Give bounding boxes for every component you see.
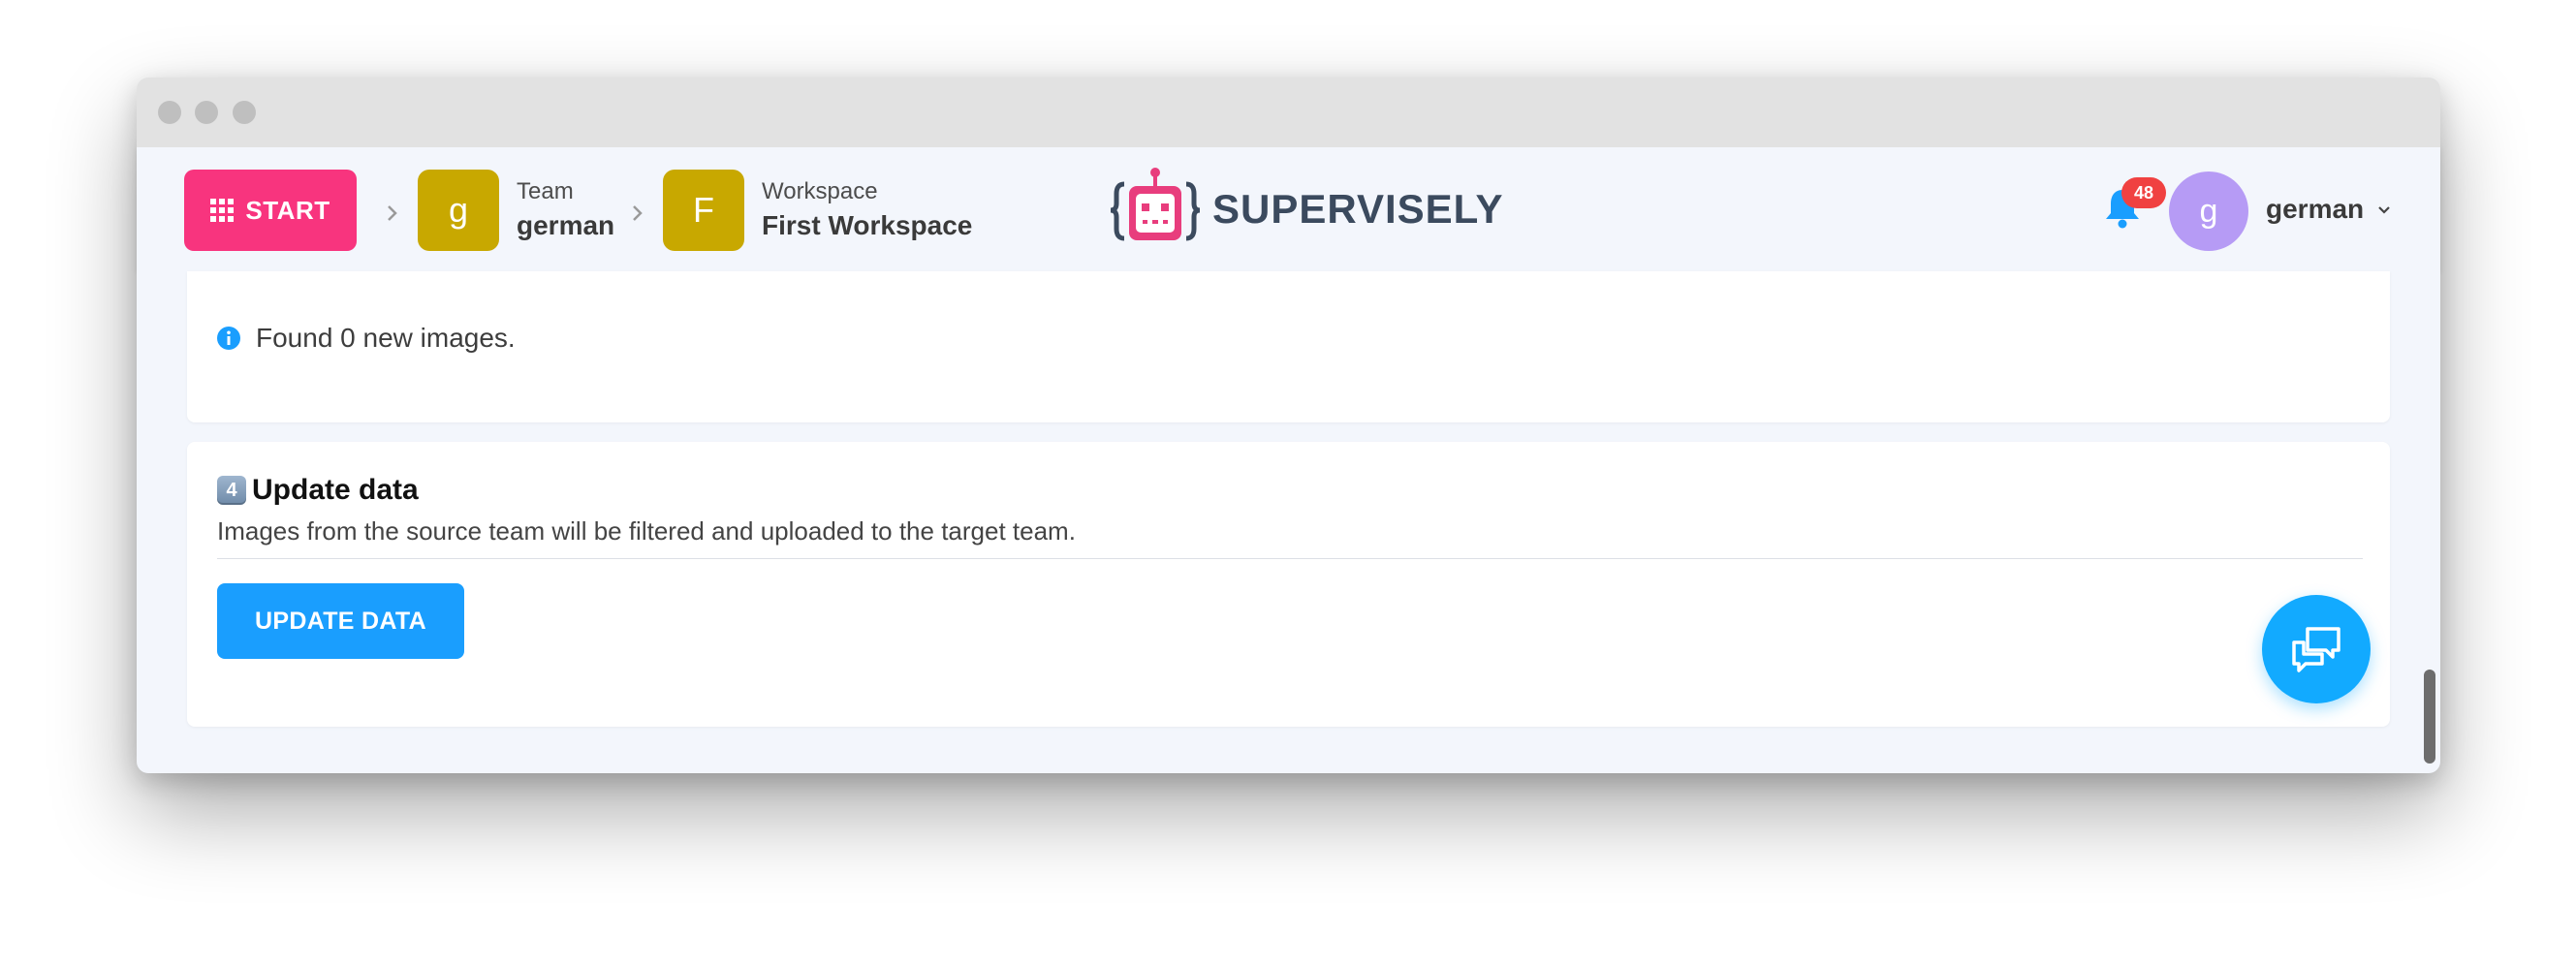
section-description: Images from the source team will be filt… — [217, 516, 1076, 546]
grid-icon — [210, 199, 235, 222]
page-scrollbar-thumb[interactable] — [2424, 670, 2435, 764]
section-title: Update data — [252, 474, 419, 506]
chevron-right-icon — [633, 205, 643, 221]
team-caption: Team — [517, 178, 574, 204]
chevron-down-icon[interactable] — [2374, 201, 2394, 220]
notification-count-badge[interactable]: 48 — [2121, 177, 2166, 208]
window-titlebar — [137, 78, 2440, 147]
info-card: Found 0 new images. — [187, 271, 2390, 422]
user-name[interactable]: german — [2266, 193, 2364, 226]
workspace-name[interactable]: First Workspace — [762, 209, 972, 242]
chat-fab-button[interactable] — [2262, 595, 2371, 703]
chat-icon — [2292, 627, 2340, 672]
start-button[interactable]: START — [184, 170, 357, 251]
info-message: Found 0 new images. — [256, 323, 516, 353]
brand-name: SUPERVISELY — [1212, 186, 1504, 232]
team-avatar-tile[interactable]: g — [418, 170, 499, 251]
window-maximize-dot[interactable] — [233, 101, 256, 124]
window-close-dot[interactable] — [158, 101, 181, 124]
info-icon — [217, 327, 240, 350]
workspace-caption: Workspace — [762, 178, 878, 204]
user-avatar[interactable]: g — [2169, 172, 2248, 251]
section-divider — [217, 558, 2363, 559]
window-minimize-dot[interactable] — [195, 101, 218, 124]
update-data-card: 4 Update data Images from the source tea… — [187, 442, 2390, 727]
user-initial: g — [2199, 192, 2218, 230]
step-number-badge: 4 — [217, 476, 246, 505]
team-initial: g — [448, 190, 469, 230]
start-button-label: START — [245, 195, 330, 225]
update-data-button[interactable]: UPDATE DATA — [217, 583, 464, 659]
chevron-right-icon — [388, 205, 397, 221]
supervisely-robot-logo[interactable] — [1109, 167, 1202, 254]
workspace-initial: F — [693, 190, 714, 230]
team-name[interactable]: german — [517, 209, 614, 242]
workspace-avatar-tile[interactable]: F — [663, 170, 744, 251]
